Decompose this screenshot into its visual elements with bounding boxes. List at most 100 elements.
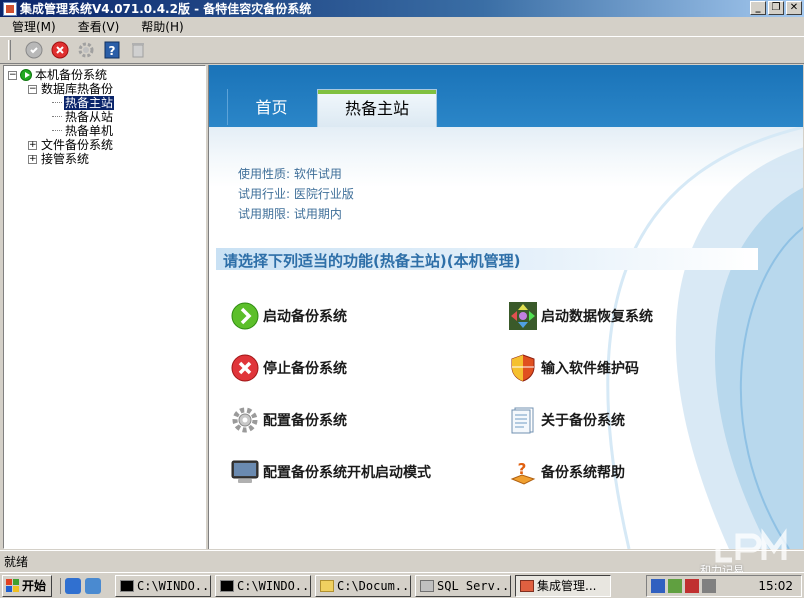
start-gray-icon [25, 41, 43, 59]
console-icon [120, 579, 134, 592]
play-circle-icon [20, 69, 32, 81]
toolbar: ? [0, 36, 804, 64]
toolbar-config-button[interactable] [75, 39, 97, 61]
restore-button[interactable]: ❐ [768, 1, 784, 15]
navigation-tree: − 本机备份系统 − 数据库热备份 热备主站 热备从站 热备单机 + 文件备份系… [3, 65, 206, 549]
taskbar-button-cmd2[interactable]: C:\WINDO... [215, 574, 311, 597]
help-label: 备份系统帮助 [541, 465, 625, 481]
tab-home[interactable]: 首页 [227, 89, 315, 125]
tree-connector [52, 110, 62, 117]
status-text: 就绪 [4, 555, 29, 569]
help-icon: ? [104, 41, 120, 59]
menu-bar: 管理(M) 查看(V) 帮助(H) [0, 17, 804, 36]
start-backup-action[interactable]: 启动备份系统 [229, 300, 347, 332]
taskbar-button-folder[interactable]: C:\Docum... [315, 574, 411, 597]
database-icon [420, 579, 434, 592]
start-restore-action[interactable]: 启动数据恢复系统 [507, 300, 653, 332]
menu-help[interactable]: 帮助(H) [133, 18, 197, 35]
quick-launch [60, 577, 101, 594]
config-boot-label: 配置备份系统开机启动模式 [263, 465, 431, 481]
stop-red-icon [51, 41, 69, 59]
stop-x-icon [229, 352, 261, 384]
tray-status-icon[interactable] [685, 579, 699, 593]
gear-icon [78, 42, 94, 58]
stop-backup-label: 停止备份系统 [263, 361, 347, 377]
toolbar-delete-button[interactable] [127, 39, 149, 61]
tree-expand-toggle[interactable]: − [8, 70, 17, 80]
industry-info: 试用行业: 医院行业版 [238, 187, 354, 201]
tree-collapse-toggle[interactable]: + [28, 154, 37, 164]
monitor-icon [229, 456, 261, 488]
shield-icon [507, 352, 539, 384]
config-boot-action[interactable]: 配置备份系统开机启动模式 [229, 456, 431, 488]
tree-collapse-toggle[interactable]: + [28, 140, 37, 150]
task-label: 集成管理... [537, 579, 597, 593]
window-controls: _ ❐ ✕ [750, 1, 802, 15]
tree-item-hot-single[interactable]: 热备单机 [8, 124, 205, 138]
tree-item-hot-master[interactable]: 热备主站 [8, 95, 205, 111]
stop-backup-action[interactable]: 停止备份系统 [229, 352, 347, 384]
usage-info: 使用性质: 软件试用 [238, 167, 342, 181]
enter-code-label: 输入软件维护码 [541, 361, 639, 377]
toolbar-start-button[interactable] [23, 39, 45, 61]
windows-logo-icon [6, 579, 19, 592]
trash-icon [132, 43, 144, 58]
tree-item-hot-slave[interactable]: 热备从站 [8, 110, 205, 124]
config-backup-action[interactable]: 配置备份系统 [229, 404, 347, 436]
task-label: C:\WINDO... [137, 578, 211, 593]
app-icon [520, 579, 534, 592]
tree-label-hot-slave[interactable]: 热备从站 [64, 110, 114, 124]
config-backup-label: 配置备份系统 [263, 413, 347, 429]
tree-expand-toggle[interactable]: − [28, 84, 37, 94]
tree-label-hot-single[interactable]: 热备单机 [64, 124, 114, 138]
tree-connector [52, 124, 62, 131]
tab-hot-master[interactable]: 热备主站 [317, 89, 437, 129]
window-title: 集成管理系统V4.071.0.4.2版 - 备特佳容灾备份系统 [20, 2, 312, 16]
console-icon [220, 579, 234, 592]
tree-item-db-backup[interactable]: − 数据库热备份 [8, 82, 205, 96]
taskbar-button-sql[interactable]: SQL Serv... [415, 574, 511, 597]
title-bar: 集成管理系统V4.071.0.4.2版 - 备特佳容灾备份系统 _ ❐ ✕ [0, 0, 804, 17]
network-icon[interactable] [651, 579, 665, 593]
help-action[interactable]: ? 备份系统帮助 [507, 456, 625, 488]
tree-label-takeover[interactable]: 接管系统 [40, 152, 90, 166]
about-action[interactable]: 关于备份系统 [507, 404, 625, 436]
taskbar-button-app[interactable]: 集成管理... [515, 574, 611, 597]
task-label: C:\Docum... [337, 578, 411, 593]
task-label: SQL Serv... [437, 578, 511, 593]
start-label: 开始 [22, 579, 47, 593]
svg-text:?: ? [109, 44, 116, 58]
app-icon [3, 1, 17, 16]
explorer-icon[interactable] [85, 577, 101, 594]
close-button[interactable]: ✕ [786, 1, 802, 15]
taskbar: 开始 C:\WINDO... C:\WINDO... C:\Docum... S… [0, 572, 804, 598]
tree-label-db-backup[interactable]: 数据库热备份 [40, 82, 114, 96]
main-panel: 首页 热备主站 使用性质: 软件试用 试用行业: 医院行业版 试用期限: 试用期… [208, 65, 803, 549]
toolbar-stop-button[interactable] [49, 39, 71, 61]
speaker-icon[interactable] [702, 579, 716, 593]
tree-item-takeover[interactable]: + 接管系统 [8, 152, 205, 166]
menu-manage[interactable]: 管理(M) [4, 18, 70, 35]
tray-app-icon[interactable] [668, 579, 682, 593]
period-info: 试用期限: 试用期内 [238, 207, 342, 221]
start-button[interactable]: 开始 [2, 574, 52, 597]
menu-view[interactable]: 查看(V) [70, 18, 134, 35]
toolbar-help-button[interactable]: ? [101, 39, 123, 61]
taskbar-button-cmd1[interactable]: C:\WINDO... [115, 574, 211, 597]
enter-code-action[interactable]: 输入软件维护码 [507, 352, 639, 384]
tree-label-root[interactable]: 本机备份系统 [34, 68, 108, 82]
tree-label-file-backup[interactable]: 文件备份系统 [40, 138, 114, 152]
gear-icon [229, 404, 261, 436]
svg-text:?: ? [518, 460, 527, 478]
function-title: 请选择下列适当的功能(热备主站)(本机管理) [223, 252, 521, 270]
document-icon [507, 404, 539, 436]
clock[interactable]: 15:02 [758, 579, 793, 593]
tree-item-root[interactable]: − 本机备份系统 [8, 68, 205, 82]
ie-icon[interactable] [65, 577, 81, 594]
tree-label-hot-master[interactable]: 热备主站 [62, 95, 116, 111]
restore-arrows-icon [507, 300, 539, 332]
start-backup-label: 启动备份系统 [263, 309, 347, 325]
tree-item-file-backup[interactable]: + 文件备份系统 [8, 138, 205, 152]
tree-connector [52, 96, 62, 103]
minimize-button[interactable]: _ [750, 1, 766, 15]
